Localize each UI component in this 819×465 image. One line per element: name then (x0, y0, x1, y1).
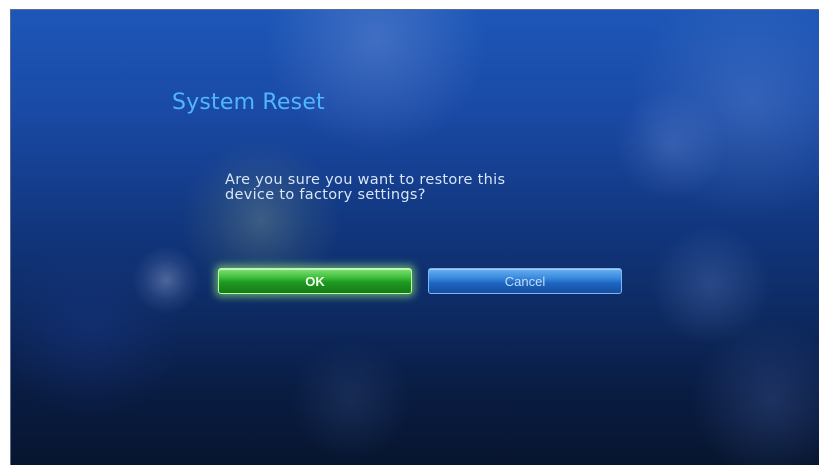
dialog-message-line-2: device to factory settings? (225, 187, 426, 203)
ok-button[interactable]: OK (218, 268, 412, 294)
cancel-button[interactable]: Cancel (428, 268, 622, 294)
dialog-message-line-1: Are you sure you want to restore this (225, 172, 506, 188)
tv-screen: System Reset Are you sure you want to re… (10, 9, 819, 465)
dialog-title: System Reset (172, 90, 325, 115)
dialog-message: Are you sure you want to restore this de… (225, 173, 605, 203)
